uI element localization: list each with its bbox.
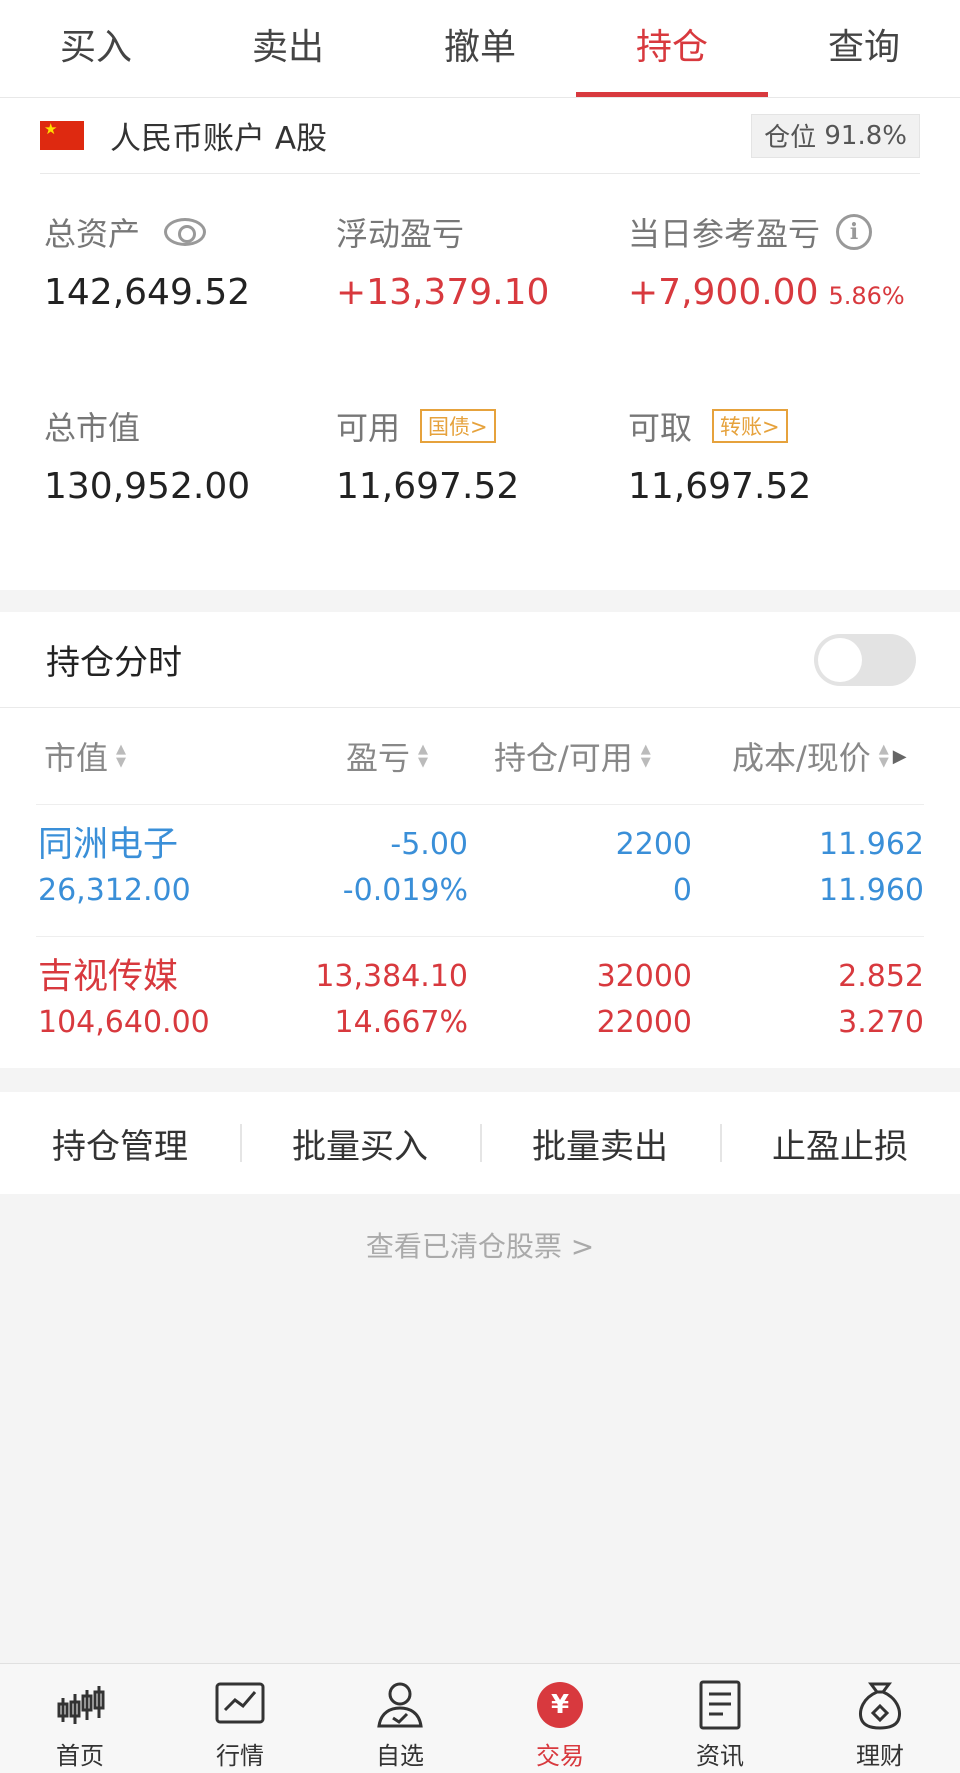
stock-hold: 32000 xyxy=(596,959,692,994)
stock-market-value: 26,312.00 xyxy=(38,873,191,908)
stock-pl-pct: 14.667% xyxy=(334,1005,468,1040)
stock-name: 同洲电子 xyxy=(38,825,179,865)
intraday-toggle[interactable] xyxy=(814,634,916,686)
stock-avail: 22000 xyxy=(596,1005,692,1040)
stock-pl: 13,384.10 xyxy=(315,959,468,994)
stock-avail: 0 xyxy=(672,873,692,908)
available-value: 11,697.52 xyxy=(336,466,520,507)
nav-market[interactable]: 行情 xyxy=(160,1664,320,1773)
info-icon[interactable]: i xyxy=(836,214,873,250)
stat-daily-pl: 当日参考盈亏 i +7,900.00 5.86% xyxy=(628,214,905,313)
china-flag-icon: ★ xyxy=(40,121,84,150)
stock-pl-pct: -0.019% xyxy=(342,873,468,908)
tab-cancel[interactable]: 撤单 xyxy=(384,0,576,97)
holdings-column-headers: 市值 ▲ ▼ 盈亏 ▲ ▼ 持仓/可用 ▲ ▼ 成本/现价 ▲ ▼ ▶ xyxy=(0,708,960,804)
nav-news[interactable]: 资讯 xyxy=(640,1664,800,1773)
nav-home[interactable]: 首页 xyxy=(0,1664,160,1773)
tab-holdings[interactable]: 持仓 xyxy=(576,0,768,97)
position-badge: 仓位 91.8% xyxy=(751,113,920,158)
stat-floating-pl: 浮动盈亏 +13,379.10 xyxy=(336,215,550,313)
nav-watchlist[interactable]: 自选 xyxy=(320,1664,480,1773)
chevron-right-icon: ▶ xyxy=(892,745,907,767)
sort-icon: ▲ ▼ xyxy=(640,742,651,770)
sort-icon: ▲ ▼ xyxy=(878,742,889,770)
tab-sell[interactable]: 卖出 xyxy=(192,0,384,97)
yen-icon: ¥ xyxy=(533,1678,587,1732)
account-summary: ★ 人民币账户 A股 仓位 91.8% 总资产 142,649.52 浮动盈亏 … xyxy=(0,98,960,590)
sort-icon: ▲ ▼ xyxy=(116,742,127,770)
bond-button[interactable]: 国债> xyxy=(420,409,496,443)
candlestick-icon xyxy=(53,1678,107,1732)
stock-cost: 11.962 xyxy=(819,827,924,862)
stock-cost: 2.852 xyxy=(838,959,924,994)
stock-hold: 2200 xyxy=(615,827,692,862)
daily-pl-pct: 5.86% xyxy=(828,282,905,310)
user-check-icon xyxy=(373,1678,427,1732)
cleared-stocks-link[interactable]: 查看已清仓股票 > xyxy=(0,1225,960,1265)
chart-icon xyxy=(213,1678,267,1732)
stock-price: 11.960 xyxy=(819,873,924,908)
take-profit-stop-loss-button[interactable]: 止盈止损 xyxy=(720,1092,960,1194)
stat-withdrawable: 可取 转账> 11,697.52 xyxy=(628,409,812,507)
toggle-knob xyxy=(818,638,862,682)
money-bag-icon xyxy=(853,1678,907,1732)
tab-buy[interactable]: 买入 xyxy=(0,0,192,97)
batch-sell-button[interactable]: 批量卖出 xyxy=(480,1092,720,1194)
sort-icon: ▲ ▼ xyxy=(418,742,429,770)
floating-pl-value: +13,379.10 xyxy=(336,272,550,313)
stock-price: 3.270 xyxy=(838,1005,924,1040)
eye-icon[interactable] xyxy=(164,218,207,246)
tab-query[interactable]: 查询 xyxy=(768,0,960,97)
nav-wealth[interactable]: 理财 xyxy=(800,1664,960,1773)
account-name: 人民币账户 A股 xyxy=(110,121,328,157)
holdings-panel: 持仓分时 市值 ▲ ▼ 盈亏 ▲ ▼ 持仓/可用 ▲ ▼ 成本/现价 ▲ ▼ ▶ 同洲电子 26,… xyxy=(0,612,960,1068)
total-assets-value: 142,649.52 xyxy=(44,272,251,313)
daily-pl-value: +7,900.00 xyxy=(628,272,819,313)
nav-trade[interactable]: ¥ 交易 xyxy=(480,1664,640,1773)
stat-available: 可用 国债> 11,697.52 xyxy=(336,409,520,507)
col-hold-avail[interactable]: 持仓/可用 ▲ ▼ xyxy=(494,708,651,804)
table-row[interactable]: 吉视传媒 104,640.00 13,384.10 14.667% 32000 … xyxy=(36,936,924,1068)
holdings-title: 持仓分时 xyxy=(46,643,182,683)
holdings-header: 持仓分时 xyxy=(0,612,960,708)
stock-name: 吉视传媒 xyxy=(38,957,179,997)
table-row[interactable]: 同洲电子 26,312.00 -5.00 -0.019% 2200 0 11.9… xyxy=(36,804,924,936)
holding-actions: 持仓管理 批量买入 批量卖出 止盈止损 xyxy=(0,1092,960,1194)
manage-holdings-button[interactable]: 持仓管理 xyxy=(0,1092,240,1194)
col-cost-price[interactable]: 成本/现价 ▲ ▼ ▶ xyxy=(732,708,907,804)
bottom-nav: 首页 行情 自选 ¥ 交易 资讯 理财 xyxy=(0,1663,960,1773)
col-pl[interactable]: 盈亏 ▲ ▼ xyxy=(346,708,428,804)
batch-buy-button[interactable]: 批量买入 xyxy=(240,1092,480,1194)
stat-total-assets: 总资产 142,649.52 xyxy=(44,215,251,313)
account-selector[interactable]: ★ 人民币账户 A股 仓位 91.8% xyxy=(40,98,920,174)
withdrawable-value: 11,697.52 xyxy=(628,466,812,507)
trade-tabs: 买入 卖出 撤单 持仓 查询 xyxy=(0,0,960,98)
transfer-button[interactable]: 转账> xyxy=(712,409,788,443)
stat-market-value: 总市值 130,952.00 xyxy=(44,409,251,507)
col-market-value[interactable]: 市值 ▲ ▼ xyxy=(44,708,126,804)
stock-market-value: 104,640.00 xyxy=(38,1005,210,1040)
document-icon xyxy=(693,1678,747,1732)
market-value: 130,952.00 xyxy=(44,466,251,507)
stock-pl: -5.00 xyxy=(390,827,468,862)
